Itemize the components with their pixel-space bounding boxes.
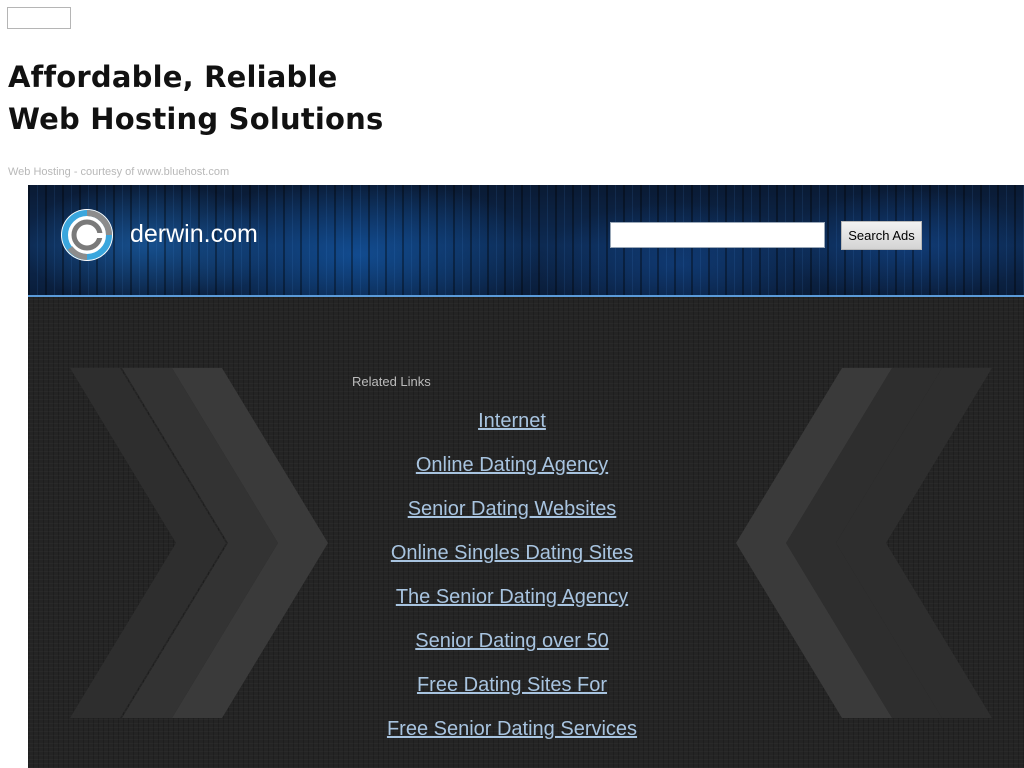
hosting-headline: Affordable, Reliable Web Hosting Solutio…: [8, 56, 383, 140]
related-link[interactable]: The Senior Dating Agency: [396, 586, 628, 608]
top-placeholder-box: [7, 7, 71, 29]
related-link[interactable]: Senior Dating over 50: [415, 630, 608, 652]
banner-divider: [28, 295, 1024, 297]
list-item: Senior Dating Websites: [0, 495, 1024, 539]
related-link[interactable]: Online Singles Dating Sites: [391, 542, 633, 564]
related-links-heading: Related Links: [352, 374, 431, 389]
domain-title: derwin.com: [130, 220, 258, 248]
list-item: Online Singles Dating Sites: [0, 539, 1024, 583]
search-ads-button[interactable]: Search Ads: [841, 221, 922, 250]
related-link[interactable]: Online Dating Agency: [416, 454, 608, 476]
list-item: Internet: [0, 407, 1024, 451]
swirl-logo-icon: [61, 209, 113, 261]
list-item: Senior Dating over 50: [0, 627, 1024, 671]
related-links-list: Internet Online Dating Agency Senior Dat…: [0, 407, 1024, 759]
list-item: Free Senior Dating Services: [0, 715, 1024, 759]
related-link[interactable]: Internet: [478, 410, 546, 432]
list-item: Free Dating Sites For: [0, 671, 1024, 715]
headline-line-1: Affordable, Reliable: [8, 60, 338, 94]
list-item: The Senior Dating Agency: [0, 583, 1024, 627]
list-item: Online Dating Agency: [0, 451, 1024, 495]
headline-line-2: Web Hosting Solutions: [8, 102, 384, 136]
related-link[interactable]: Free Dating Sites For: [417, 674, 607, 696]
courtesy-link[interactable]: Web Hosting - courtesy of www.bluehost.c…: [8, 166, 229, 178]
related-link[interactable]: Free Senior Dating Services: [387, 718, 637, 740]
search-input[interactable]: [610, 222, 825, 248]
related-link[interactable]: Senior Dating Websites: [408, 498, 617, 520]
